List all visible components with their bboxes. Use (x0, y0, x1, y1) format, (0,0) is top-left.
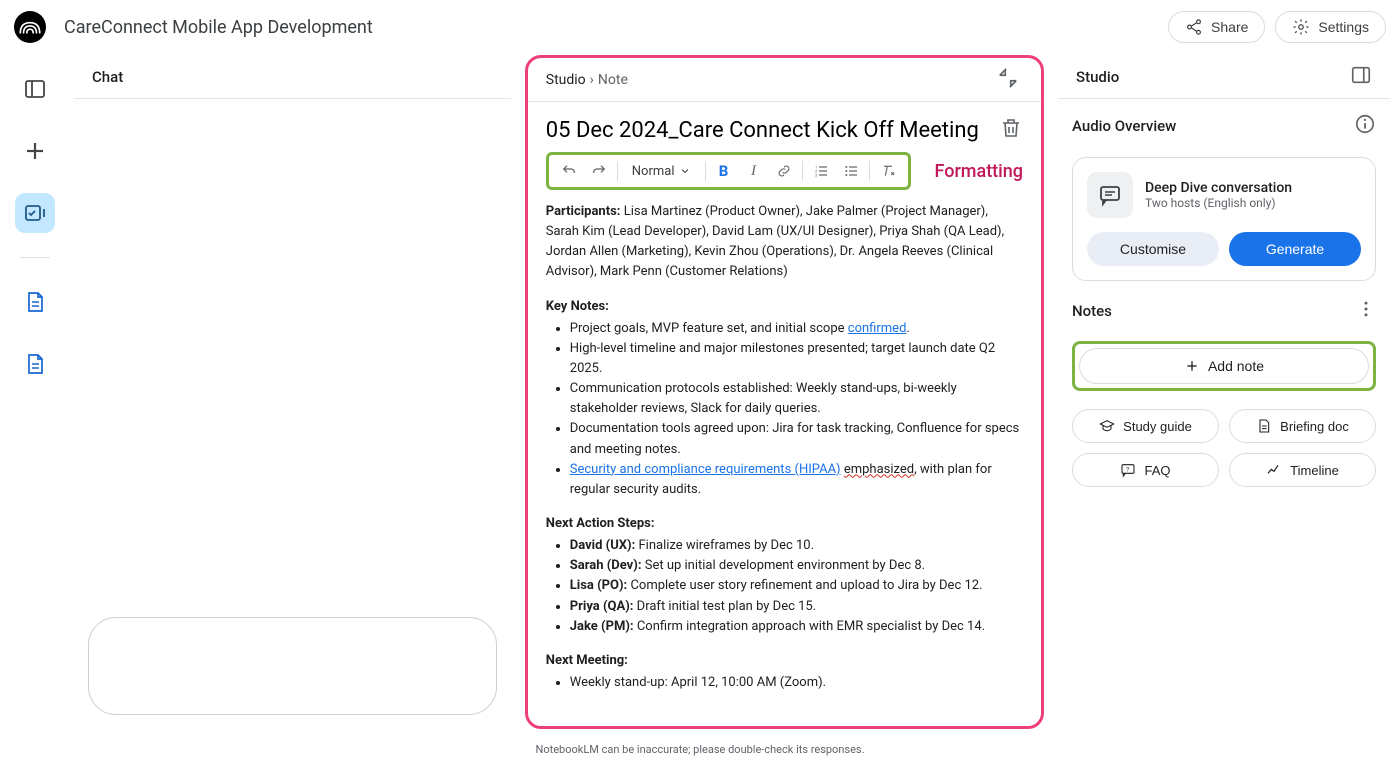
collapse-button[interactable] (993, 63, 1023, 97)
notes-title: Notes (1072, 302, 1356, 320)
link-button[interactable] (772, 159, 796, 183)
confirmed-link[interactable]: confirmed (848, 321, 907, 336)
add-note-button[interactable]: Add note (1079, 348, 1369, 384)
chat-bubble-icon (1087, 172, 1133, 218)
info-button[interactable] (1354, 113, 1376, 139)
toggle-studio-panel[interactable] (1350, 64, 1372, 90)
faq-icon: ? (1120, 462, 1136, 478)
rail-divider (20, 257, 50, 258)
chat-input[interactable] (88, 617, 497, 715)
redo-button[interactable] (587, 159, 611, 183)
gear-icon (1292, 18, 1310, 36)
style-select[interactable]: Normal (624, 164, 699, 179)
graduation-cap-icon (1099, 418, 1115, 434)
bold-button[interactable]: B (712, 159, 736, 183)
plus-icon (1184, 358, 1200, 374)
source-item-2[interactable] (15, 344, 55, 384)
generate-button[interactable]: Generate (1229, 232, 1361, 266)
undo-button[interactable] (557, 159, 581, 183)
studio-title: Studio (1076, 68, 1119, 86)
chat-title: Chat (92, 68, 123, 86)
bulleted-list-button[interactable] (839, 159, 863, 183)
svg-text:3: 3 (815, 172, 817, 177)
briefing-doc-button[interactable]: Briefing doc (1229, 409, 1376, 443)
share-icon (1185, 18, 1203, 36)
note-title[interactable]: 05 Dec 2024_Care Connect Kick Off Meetin… (546, 118, 999, 143)
breadcrumb-studio[interactable]: Studio (546, 72, 586, 88)
note-editor[interactable]: Participants: Lisa Martinez (Product Own… (528, 200, 1041, 726)
delete-button[interactable] (999, 116, 1023, 144)
formatting-label: Formatting (935, 161, 1024, 182)
chevron-down-icon (679, 165, 691, 177)
add-source-button[interactable] (15, 131, 55, 171)
source-item-1[interactable] (15, 282, 55, 322)
deep-dive-subtitle: Two hosts (English only) (1145, 196, 1361, 210)
deep-dive-title: Deep Dive conversation (1145, 180, 1361, 196)
sources-panel-toggle[interactable] (15, 69, 55, 109)
chevron-right-icon: › (590, 72, 594, 88)
settings-button[interactable]: Settings (1275, 11, 1386, 43)
document-icon (1256, 418, 1272, 434)
study-guide-button[interactable]: Study guide (1072, 409, 1219, 443)
trash-icon (999, 116, 1023, 140)
timeline-icon (1266, 462, 1282, 478)
hipaa-link[interactable]: Security and compliance requirements (HI… (570, 462, 841, 477)
disclaimer: NotebookLM can be inaccurate; please dou… (0, 739, 1400, 762)
breadcrumb: Studio › Note (546, 72, 628, 88)
discover-sources-button[interactable] (15, 193, 55, 233)
faq-button[interactable]: ? FAQ (1072, 453, 1219, 487)
notes-more-button[interactable] (1356, 299, 1376, 323)
share-button[interactable]: Share (1168, 11, 1265, 43)
formatting-toolbar: Normal B I 123 (546, 152, 911, 190)
app-logo (14, 11, 46, 43)
numbered-list-button[interactable]: 123 (809, 159, 833, 183)
breadcrumb-note: Note (598, 72, 628, 88)
italic-button[interactable]: I (742, 159, 766, 183)
clear-formatting-button[interactable] (876, 159, 900, 183)
timeline-button[interactable]: Timeline (1229, 453, 1376, 487)
app-title: CareConnect Mobile App Development (64, 17, 1168, 38)
customise-button[interactable]: Customise (1087, 232, 1219, 266)
svg-text:?: ? (1126, 467, 1130, 473)
audio-overview-title: Audio Overview (1072, 117, 1176, 135)
